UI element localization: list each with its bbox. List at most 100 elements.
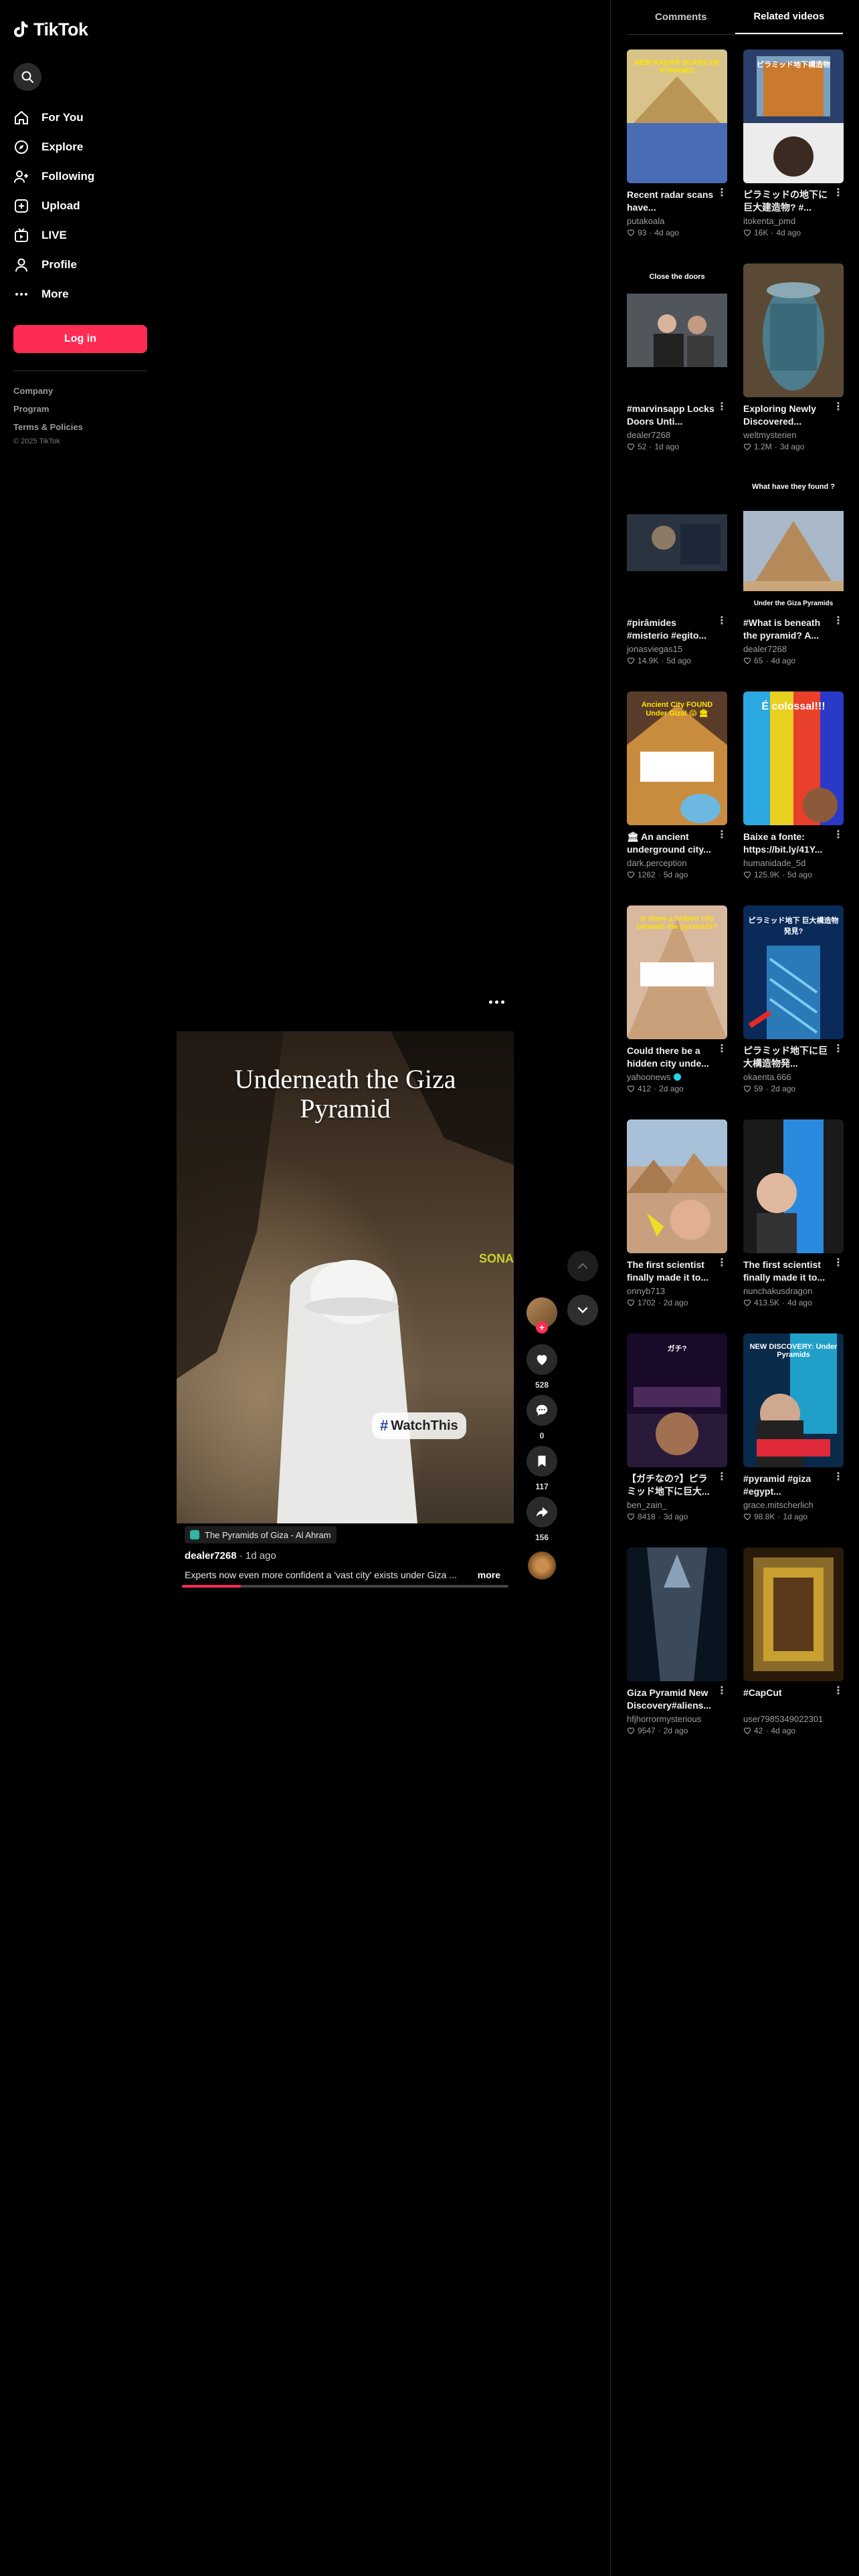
video-thumbnail[interactable] <box>627 1119 727 1253</box>
music-tag[interactable]: The Pyramids of Giza - Al Ahram <box>185 1526 337 1543</box>
next-video-button[interactable] <box>567 1295 598 1325</box>
follow-plus-icon[interactable]: + <box>536 1321 548 1333</box>
card-title[interactable]: The first scientist finally made it to..… <box>743 1259 833 1284</box>
card-more-icon[interactable]: ⋮ <box>833 616 844 642</box>
card-more-icon[interactable]: ⋮ <box>717 1686 727 1712</box>
card-title[interactable]: #pyramid #giza #egypt... <box>743 1473 833 1498</box>
card-title[interactable]: Giza Pyramid New Discovery#aliens... <box>627 1687 717 1712</box>
card-title[interactable]: 🏛 An ancient underground city... <box>627 831 717 856</box>
card-title[interactable]: #marvinsapp Locks Doors Unti... <box>627 403 717 428</box>
card-author[interactable]: weltmysterien <box>743 429 844 441</box>
card-author[interactable]: grace.mitscherlich <box>743 1499 844 1511</box>
video-author[interactable]: dealer7268 <box>185 1550 237 1562</box>
related-video-card[interactable]: The first scientist finally made it to..… <box>627 1119 727 1333</box>
video-thumbnail[interactable]: NEW RADAR SCANS OF PYRAMID <box>627 49 727 183</box>
card-title[interactable]: Baixe a fonte: https://bit.ly/41Y... <box>743 831 833 856</box>
card-author[interactable]: ben_zain_ <box>627 1499 727 1511</box>
share-button[interactable] <box>527 1497 557 1527</box>
card-author[interactable]: okaenta.666 <box>743 1071 844 1083</box>
footer-link-company[interactable]: Company <box>13 382 147 400</box>
card-author[interactable]: user7985349022301 <box>743 1713 844 1725</box>
related-video-card[interactable]: What have they found ? Under the Giza Pyr… <box>743 477 844 691</box>
video-thumbnail[interactable]: ピラミッド地下 巨大構造物発見? <box>743 905 844 1039</box>
card-more-icon[interactable]: ⋮ <box>833 1472 844 1498</box>
creator-avatar[interactable]: + <box>527 1297 557 1333</box>
related-video-card[interactable]: Exploring Newly Discovered... ⋮ weltmyst… <box>743 263 844 477</box>
card-author[interactable]: dark.perception <box>627 857 727 869</box>
nav-item-profile[interactable]: Profile <box>13 250 147 280</box>
card-title[interactable]: #What is beneath the pyramid? A... <box>743 617 833 642</box>
comment-button[interactable] <box>527 1395 557 1426</box>
video-thumbnail[interactable]: ピラミッド地下構造物 <box>743 49 844 183</box>
nav-item-for-you[interactable]: For You <box>13 103 147 132</box>
related-video-card[interactable]: É colossal!!! Baixe a fonte: https://bit… <box>743 691 844 905</box>
video-player[interactable]: Underneath the Giza Pyramid SONA # Watch… <box>177 1031 514 1523</box>
video-thumbnail[interactable] <box>627 477 727 611</box>
video-thumbnail[interactable]: NEW DISCOVERY: Under Pyramids <box>743 1333 844 1467</box>
footer-link-terms[interactable]: Terms & Policies <box>13 418 147 436</box>
nav-item-upload[interactable]: Upload <box>13 191 147 221</box>
card-author[interactable]: jonasviegas15 <box>627 643 727 655</box>
card-more-icon[interactable]: ⋮ <box>717 830 727 856</box>
tab-related-videos[interactable]: Related videos <box>735 0 843 34</box>
card-author[interactable]: putakoala <box>627 215 727 227</box>
card-title[interactable]: #CapCut <box>743 1687 833 1712</box>
video-thumbnail[interactable]: Close the doors <box>627 263 727 397</box>
video-progress-bar[interactable] <box>182 1585 508 1588</box>
related-video-card[interactable]: ガチ? 【ガチなの?】ピラミッド地下に巨大... ⋮ ben_zain_ 841… <box>627 1333 727 1547</box>
card-author[interactable]: itokenta_pmd <box>743 215 844 227</box>
video-thumbnail[interactable] <box>627 1547 727 1681</box>
card-title[interactable]: ピラミッド地下に巨大構造物発... <box>743 1045 833 1070</box>
related-video-card[interactable]: #CapCut ⋮ user7985349022301 42 · 4d ago <box>743 1547 844 1761</box>
card-more-icon[interactable]: ⋮ <box>833 402 844 428</box>
card-title[interactable]: Recent radar scans have... <box>627 189 717 214</box>
search-button[interactable] <box>13 63 41 91</box>
related-video-card[interactable]: #pirâmides #misterio #egito... ⋮ jonasvi… <box>627 477 727 691</box>
login-button[interactable]: Log in <box>13 325 147 353</box>
card-title[interactable]: ピラミッドの地下に巨大建造物? #... <box>743 189 833 214</box>
video-thumbnail[interactable]: Is there a hidden city beneath the pyram… <box>627 905 727 1039</box>
related-video-card[interactable]: The first scientist finally made it to..… <box>743 1119 844 1333</box>
related-video-card[interactable]: NEW DISCOVERY: Under Pyramids #pyramid #… <box>743 1333 844 1547</box>
nav-item-following[interactable]: Following <box>13 162 147 191</box>
card-title[interactable]: Could there be a hidden city unde... <box>627 1045 717 1070</box>
video-thumbnail[interactable] <box>743 263 844 397</box>
related-video-card[interactable]: Giza Pyramid New Discovery#aliens... ⋮ h… <box>627 1547 727 1761</box>
card-title[interactable]: #pirâmides #misterio #egito... <box>627 617 717 642</box>
video-thumbnail[interactable]: What have they found ? Under the Giza Pyr… <box>743 477 844 611</box>
card-author[interactable]: yahoonews <box>627 1071 727 1083</box>
tab-comments[interactable]: Comments <box>627 0 735 34</box>
tiktok-logo[interactable]: TikTok <box>13 17 147 41</box>
card-title[interactable]: Exploring Newly Discovered... <box>743 403 833 428</box>
nav-item-explore[interactable]: Explore <box>13 132 147 162</box>
previous-video-button[interactable] <box>567 1251 598 1281</box>
related-video-card[interactable]: Ancient City FOUND Under Giza! 😱 🏛 🏛 An … <box>627 691 727 905</box>
card-more-icon[interactable]: ⋮ <box>833 1044 844 1070</box>
card-author[interactable]: dealer7268 <box>627 429 727 441</box>
video-thumbnail[interactable]: É colossal!!! <box>743 691 844 825</box>
nav-item-live[interactable]: LIVE <box>13 221 147 250</box>
card-title[interactable]: The first scientist finally made it to..… <box>627 1259 717 1284</box>
card-title[interactable]: 【ガチなの?】ピラミッド地下に巨大... <box>627 1473 717 1498</box>
card-author[interactable]: humanidade_5d <box>743 857 844 869</box>
card-more-icon[interactable]: ⋮ <box>717 402 727 428</box>
card-more-icon[interactable]: ⋮ <box>717 616 727 642</box>
like-button[interactable] <box>527 1344 557 1375</box>
save-button[interactable] <box>527 1446 557 1477</box>
more-link[interactable]: more <box>478 1570 500 1580</box>
video-thumbnail[interactable]: ガチ? <box>627 1333 727 1467</box>
card-more-icon[interactable]: ⋮ <box>717 188 727 214</box>
card-author[interactable]: onnyb713 <box>627 1285 727 1297</box>
related-video-card[interactable]: ピラミッド地下構造物 ピラミッドの地下に巨大建造物? #... ⋮ itoken… <box>743 49 844 263</box>
card-more-icon[interactable]: ⋮ <box>833 830 844 856</box>
nav-item-more[interactable]: More <box>13 280 147 309</box>
card-author[interactable]: dealer7268 <box>743 643 844 655</box>
music-disc[interactable] <box>528 1551 556 1580</box>
video-thumbnail[interactable] <box>743 1119 844 1253</box>
card-more-icon[interactable]: ⋮ <box>717 1258 727 1284</box>
related-video-card[interactable]: Is there a hidden city beneath the pyram… <box>627 905 727 1119</box>
related-video-card[interactable]: NEW RADAR SCANS OF PYRAMID Recent radar … <box>627 49 727 263</box>
card-author[interactable]: nunchakusdragon <box>743 1285 844 1297</box>
card-more-icon[interactable]: ⋮ <box>833 1258 844 1284</box>
video-thumbnail[interactable]: Ancient City FOUND Under Giza! 😱 🏛 <box>627 691 727 825</box>
